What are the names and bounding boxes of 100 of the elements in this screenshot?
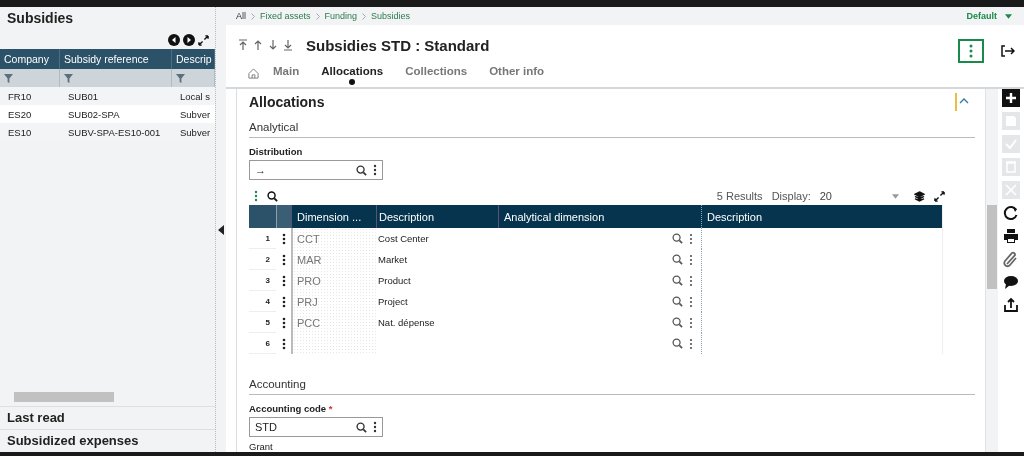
column-header[interactable]: Descrip xyxy=(172,49,215,69)
home-icon[interactable] xyxy=(248,67,259,79)
breadcrumb-link[interactable]: Funding xyxy=(324,11,358,21)
header-cell xyxy=(249,205,276,228)
filter-cell[interactable] xyxy=(172,69,215,87)
row-menu-icon[interactable] xyxy=(281,295,286,308)
export-icon[interactable] xyxy=(1002,296,1020,314)
caret-icon xyxy=(892,193,899,199)
table-cell: Cost Center xyxy=(378,233,429,244)
previous-icon[interactable] xyxy=(168,34,180,46)
tab[interactable]: Other info xyxy=(489,65,545,81)
table-cell[interactable]: PRO xyxy=(291,270,376,291)
record-title: Subsidies STD : Standard xyxy=(306,36,490,54)
more-button[interactable] xyxy=(958,39,984,63)
filter-cell[interactable] xyxy=(60,69,172,87)
row-menu-icon[interactable] xyxy=(281,232,286,245)
row-number: 2 xyxy=(249,249,276,270)
table-cell-text: Subver xyxy=(179,125,212,140)
table-cell[interactable]: PCC xyxy=(291,312,376,333)
row-menu-icon[interactable] xyxy=(281,337,286,350)
expand-icon[interactable] xyxy=(198,34,209,46)
section-header[interactable]: Last read xyxy=(0,406,215,429)
last-record-icon[interactable] xyxy=(283,39,293,51)
column-header[interactable]: Description xyxy=(701,205,943,228)
tab[interactable]: Main xyxy=(273,65,300,81)
field-label: Accounting code xyxy=(249,403,327,414)
table-cell[interactable]: MAR xyxy=(291,249,376,270)
column-header[interactable]: Description xyxy=(376,205,498,228)
add-icon[interactable] xyxy=(1002,89,1020,107)
first-record-icon[interactable] xyxy=(238,39,248,51)
filter-icon[interactable] xyxy=(176,73,185,83)
search-icon[interactable] xyxy=(672,338,683,349)
table-cell-text: ES10 xyxy=(7,125,33,140)
scrollbar[interactable] xyxy=(985,89,998,452)
table-cell-text: SUB02-SPA xyxy=(67,107,121,122)
panel-title: Subsidies xyxy=(6,9,75,28)
comment-icon[interactable] xyxy=(1002,273,1020,291)
results-count: 5 Results xyxy=(716,190,763,202)
row-number: 5 xyxy=(249,312,276,333)
column-header[interactable]: Company xyxy=(0,49,60,69)
row-menu-icon[interactable] xyxy=(281,274,286,287)
more-icon[interactable] xyxy=(373,164,377,176)
table-cell[interactable]: CCT xyxy=(291,228,376,249)
breadcrumb-link[interactable]: Subsidies xyxy=(371,11,411,21)
required-mark: * xyxy=(328,403,333,414)
refresh-icon[interactable] xyxy=(1002,204,1020,222)
table-cell: Market xyxy=(378,254,408,265)
table-cell-text: FR10 xyxy=(7,89,33,104)
tab[interactable]: Collections xyxy=(405,65,468,81)
print-icon[interactable] xyxy=(1002,227,1020,245)
filter-cell[interactable] xyxy=(0,69,60,87)
search-icon[interactable] xyxy=(672,254,683,265)
row-menu-icon[interactable] xyxy=(281,253,286,266)
next-icon[interactable] xyxy=(183,34,195,46)
section-title: Allocations xyxy=(249,94,325,110)
search-icon[interactable] xyxy=(672,233,683,244)
layers-icon[interactable] xyxy=(914,190,925,202)
search-icon[interactable] xyxy=(672,296,683,307)
filter-icon[interactable] xyxy=(64,73,73,83)
chevron-icon xyxy=(362,12,367,20)
up-arrow-icon[interactable] xyxy=(253,39,263,51)
table-cell-text: ES20 xyxy=(7,107,33,122)
search-icon[interactable] xyxy=(672,317,683,328)
menu-icon[interactable] xyxy=(254,190,258,202)
column-header[interactable]: Dimension ... xyxy=(291,205,376,228)
display-label: Display: xyxy=(771,190,811,202)
chevron-icon xyxy=(315,12,320,20)
search-icon[interactable] xyxy=(672,275,683,286)
more-icon xyxy=(969,44,973,58)
breadcrumb-link[interactable]: Fixed assets xyxy=(260,11,311,21)
table-cell[interactable]: PRJ xyxy=(291,291,376,312)
attach-icon[interactable] xyxy=(1002,250,1020,268)
display-dropdown[interactable]: 20 xyxy=(819,190,899,202)
table-cell-text: SUBV-SPA-ES10-001 xyxy=(67,125,162,140)
filter-icon[interactable] xyxy=(4,73,13,83)
breadcrumb-link[interactable]: All xyxy=(236,11,246,21)
chevron-icon xyxy=(251,12,255,20)
exit-icon[interactable] xyxy=(1001,45,1015,57)
accounting-code-field[interactable]: STD xyxy=(249,417,383,437)
expand-icon[interactable] xyxy=(934,190,945,202)
caret-icon xyxy=(1005,13,1012,19)
table-cell: Product xyxy=(378,275,411,286)
table-cell: Project xyxy=(378,296,408,307)
more-icon[interactable] xyxy=(373,421,377,433)
search-icon[interactable] xyxy=(356,164,367,176)
search-icon[interactable] xyxy=(267,190,278,202)
header-cell xyxy=(276,205,291,228)
collapse-icon[interactable] xyxy=(218,224,224,235)
row-number: 3 xyxy=(249,270,276,291)
table-cell-text: Subver xyxy=(179,107,212,122)
row-menu-icon[interactable] xyxy=(281,316,286,329)
row-number: 4 xyxy=(249,291,276,312)
down-arrow-icon[interactable] xyxy=(268,39,278,51)
field-description: Grant xyxy=(249,441,274,452)
column-header[interactable]: Analytical dimension xyxy=(498,205,701,228)
distribution-field[interactable]: → xyxy=(249,160,383,180)
search-icon[interactable] xyxy=(356,421,367,433)
subsection-title: Accounting xyxy=(249,372,975,395)
profile-dropdown[interactable]: Default xyxy=(966,11,1012,21)
column-header[interactable]: Subsidy reference xyxy=(60,49,172,69)
